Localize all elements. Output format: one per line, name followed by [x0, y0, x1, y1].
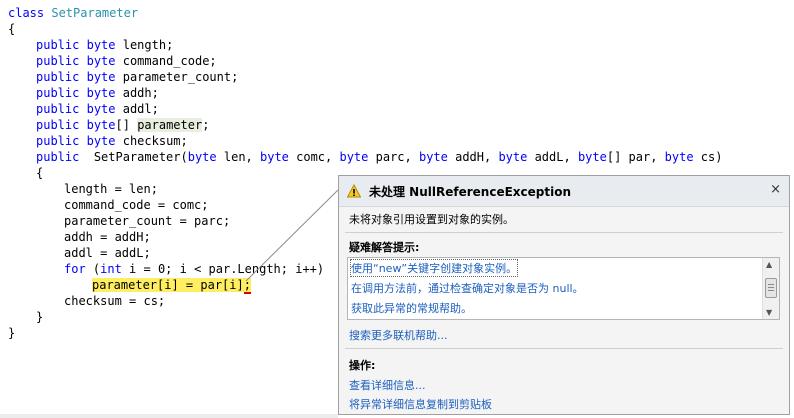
code-line-16: addl = addL; — [64, 246, 151, 260]
code-line-7: public byte addl; — [36, 102, 159, 116]
view-details-link[interactable]: 查看详细信息... — [349, 377, 426, 393]
code-line-12: length = len; — [64, 182, 158, 196]
code-line-3: public byte length; — [36, 38, 174, 52]
divider — [345, 232, 783, 233]
code-line-1: class SetParameter — [8, 5, 138, 21]
exception-header: 未处理 NullReferenceException × — [339, 176, 789, 207]
current-statement-highlight: parameter[i] = par[i]; — [92, 278, 251, 294]
editor-bottom-edge — [0, 414, 338, 418]
code-line-14: parameter_count = parc; — [64, 214, 231, 228]
code-line-21: } — [8, 326, 16, 340]
divider — [345, 348, 783, 349]
tip-link[interactable]: 获取此异常的常规帮助。 — [351, 300, 472, 316]
code-line-2: { — [8, 22, 16, 36]
error-squiggle: ; — [243, 278, 251, 294]
code-line-15: addh = addH; — [64, 230, 151, 244]
exception-assistant-popup: 未处理 NullReferenceException × 未将对象引用设置到对象… — [338, 175, 790, 415]
scrollbar-thumb[interactable] — [765, 278, 777, 298]
code-line-11: { — [36, 166, 44, 180]
code-line-20: } — [36, 310, 44, 324]
code-line-6: public byte addh; — [36, 86, 159, 100]
code-line-19: checksum = cs; — [64, 294, 166, 308]
code-line-10: public SetParameter(byte len, byte comc,… — [36, 150, 723, 164]
code-line-13: command_code = comc; — [64, 198, 209, 212]
reference-highlight: parameter — [137, 118, 203, 132]
code-line-5: public byte parameter_count; — [36, 70, 239, 84]
troubleshooting-tips-title: 疑难解答提示: — [349, 241, 420, 254]
actions-title: 操作: — [349, 359, 376, 372]
scroll-down-arrow-icon[interactable]: ▼ — [766, 308, 772, 317]
tip-link[interactable]: 在调用方法前，通过检查确定对象是否为 null。 — [351, 280, 584, 296]
close-icon[interactable]: × — [770, 182, 781, 197]
tips-scrollbar[interactable]: ▲ ▼ — [762, 258, 779, 319]
code-line-8: public byte[] parameter; — [36, 118, 210, 132]
code-line-17: for (int i = 0; i < par.Length; i++) — [64, 262, 325, 276]
code-line-9: public byte checksum; — [36, 134, 188, 148]
exception-title: 未处理 NullReferenceException — [369, 185, 571, 199]
code-line-4: public byte command_code; — [36, 54, 217, 68]
scroll-up-arrow-icon[interactable]: ▲ — [766, 260, 772, 269]
copy-exception-link[interactable]: 将异常详细信息复制到剪贴板 — [349, 396, 492, 412]
tip-link[interactable]: 使用“new”关键字创建对象实例。 — [349, 259, 519, 277]
keyword-class: class — [8, 6, 45, 20]
code-line-18-current-statement: parameter[i] = par[i]; — [92, 277, 251, 294]
search-online-help-link[interactable]: 搜索更多联机帮助... — [349, 327, 448, 343]
warning-icon — [347, 184, 361, 198]
troubleshooting-tips-list[interactable]: 使用“new”关键字创建对象实例。 在调用方法前，通过检查确定对象是否为 nul… — [347, 257, 780, 320]
exception-message: 未将对象引用设置到对象的实例。 — [349, 213, 514, 226]
class-name: SetParameter — [51, 6, 139, 20]
